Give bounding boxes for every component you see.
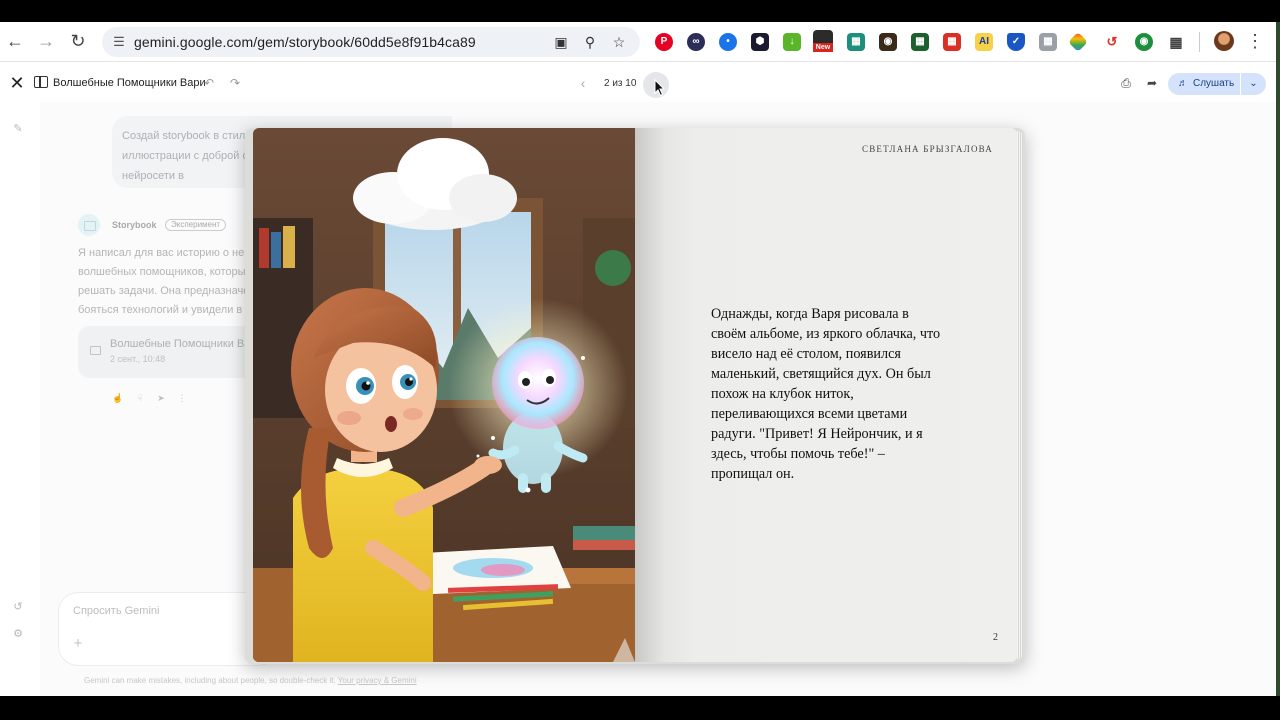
chat-input-placeholder[interactable]: Спросить Gemini bbox=[73, 605, 159, 617]
disclaimer: Gemini can make mistakes, including abou… bbox=[84, 676, 417, 685]
profile-avatar[interactable] bbox=[1214, 31, 1234, 51]
add-attachment-icon[interactable]: + bbox=[71, 636, 85, 651]
back-arrow-icon[interactable]: ← bbox=[3, 30, 27, 54]
share-icon[interactable]: ➦ bbox=[1144, 75, 1160, 91]
desktop-background-strip bbox=[1276, 22, 1280, 696]
storybook-spread: СВЕТЛАНА БРЫЗГАЛОВА Однажды, когда Варя … bbox=[245, 128, 1025, 664]
privacy-link[interactable]: Your privacy & Gemini bbox=[338, 676, 417, 685]
zoom-icon[interactable]: ⚲ bbox=[581, 33, 599, 51]
previous-page-button[interactable]: ‹ bbox=[575, 74, 591, 92]
extension-icon-3[interactable]: • bbox=[719, 33, 737, 51]
extension-icon-16[interactable]: ◉ bbox=[1135, 33, 1153, 51]
forward-arrow-icon[interactable]: → bbox=[34, 30, 58, 54]
undo-icon[interactable]: ↶ bbox=[201, 75, 217, 91]
more-options-icon[interactable]: ⋮ bbox=[176, 392, 188, 404]
extension-icon-9[interactable]: ▦ bbox=[911, 33, 929, 51]
story-illustration bbox=[253, 128, 635, 662]
extension-icon-13[interactable]: ▦ bbox=[1039, 33, 1057, 51]
history-icon[interactable]: ↺ bbox=[11, 600, 25, 614]
browser-toolbar: ← → ↻ ☰ gemini.google.com/gem/storybook/… bbox=[0, 22, 1276, 62]
new-badge: New bbox=[813, 43, 833, 52]
pinterest-extension-icon[interactable]: P bbox=[655, 33, 673, 51]
disclaimer-text: Gemini can make mistakes, including abou… bbox=[84, 676, 336, 685]
site-settings-icon[interactable]: ☰ bbox=[110, 33, 128, 51]
story-title: Волшебные Помощники Вари bbox=[53, 77, 206, 89]
browser-menu-icon[interactable]: ⋮ bbox=[1246, 30, 1264, 54]
new-chat-icon[interactable]: ✎ bbox=[11, 122, 25, 136]
extension-icon-10[interactable]: ▦ bbox=[943, 33, 961, 51]
address-bar[interactable]: ☰ gemini.google.com/gem/storybook/60dd5e… bbox=[102, 27, 640, 57]
listen-label: Слушать bbox=[1193, 78, 1235, 89]
assistant-reply-text: Я написал для вас историю о ней волшебны… bbox=[78, 247, 252, 316]
print-icon[interactable]: ⎙ bbox=[1118, 75, 1134, 91]
text-page: СВЕТЛАНА БРЫЗГАЛОВА Однажды, когда Варя … bbox=[635, 128, 1017, 662]
extension-icon-7[interactable]: ▦ bbox=[847, 33, 865, 51]
mouse-cursor-icon bbox=[654, 79, 666, 97]
share-icon[interactable]: ➤ bbox=[155, 392, 167, 404]
page-counter: 2 из 10 bbox=[604, 78, 637, 89]
author-name: СВЕТЛАНА БРЫЗГАЛОВА bbox=[862, 144, 993, 154]
storybook-avatar bbox=[78, 214, 100, 236]
story-text: Однажды, когда Варя рисовала в своём аль… bbox=[711, 306, 941, 482]
new-badge-extension-icon[interactable]: New bbox=[813, 30, 833, 52]
thumbs-up-icon[interactable]: ☝ bbox=[112, 392, 124, 404]
speaker-icon: ♬ bbox=[1178, 78, 1188, 89]
storybook-card[interactable]: Волшебные Помощники Ва 2 сент., 10:48 bbox=[78, 326, 258, 378]
thumbs-down-icon[interactable]: ☟ bbox=[134, 392, 146, 404]
extension-icon-14[interactable] bbox=[1068, 32, 1088, 52]
book-icon bbox=[90, 346, 101, 355]
page-edges bbox=[1017, 131, 1023, 659]
extension-icon-8[interactable]: ◉ bbox=[879, 33, 897, 51]
ai-extension-icon[interactable]: AI bbox=[975, 33, 993, 51]
shield-extension-icon[interactable]: ✓ bbox=[1007, 33, 1025, 51]
assistant-name: Storybook bbox=[112, 220, 157, 230]
extension-icon-4[interactable]: ⬢ bbox=[751, 33, 769, 51]
clipboard-icon[interactable]: ▣ bbox=[552, 33, 570, 51]
extension-icon-2[interactable]: ∞ bbox=[687, 33, 705, 51]
card-date: 2 сент., 10:48 bbox=[110, 354, 166, 364]
extension-icon-15[interactable]: ↺ bbox=[1103, 33, 1121, 51]
listen-options-dropdown[interactable]: ⌄ bbox=[1241, 73, 1266, 95]
redo-icon[interactable]: ↷ bbox=[227, 75, 243, 91]
listen-button[interactable]: ♬ Слушать bbox=[1168, 73, 1240, 95]
toolbar-divider bbox=[1199, 32, 1200, 52]
page-number: 2 bbox=[993, 632, 998, 643]
card-title: Волшебные Помощники Ва bbox=[110, 338, 251, 350]
puzzle-extensions-icon[interactable]: ▦ bbox=[1167, 33, 1185, 51]
reload-icon[interactable]: ↻ bbox=[66, 30, 90, 54]
bookmark-star-icon[interactable]: ☆ bbox=[610, 33, 628, 51]
url-text[interactable]: gemini.google.com/gem/storybook/60dd5e8f… bbox=[134, 34, 476, 50]
top-letterbox bbox=[0, 0, 1280, 22]
settings-gear-icon[interactable]: ⚙ bbox=[11, 627, 25, 641]
experiment-badge: Эксперимент bbox=[165, 219, 227, 231]
illustration-girl-with-spirit bbox=[253, 128, 635, 662]
bottom-letterbox bbox=[0, 696, 1280, 720]
book-icon bbox=[34, 76, 48, 88]
download-extension-icon[interactable]: ↓ bbox=[783, 33, 801, 51]
screen: ← → ↻ ☰ gemini.google.com/gem/storybook/… bbox=[0, 0, 1280, 720]
close-icon[interactable]: ✕ bbox=[8, 74, 26, 92]
